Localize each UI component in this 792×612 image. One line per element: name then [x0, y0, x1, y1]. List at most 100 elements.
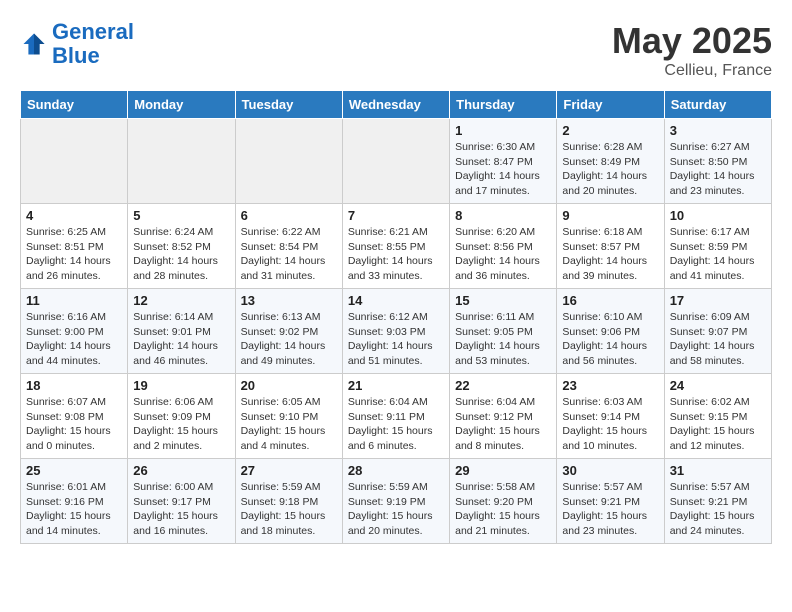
day-number: 8: [455, 208, 551, 223]
calendar-cell: 18 Sunrise: 6:07 AM Sunset: 9:08 PM Dayli…: [21, 374, 128, 459]
calendar-cell: 9Sunrise: 6:18 AM Sunset: 8:57 PM Daylig…: [557, 204, 664, 289]
day-number: 4: [26, 208, 122, 223]
calendar-cell: 1Sunrise: 6:30 AM Sunset: 8:47 PM Daylig…: [450, 119, 557, 204]
calendar-cell: 26Sunrise: 6:00 AM Sunset: 9:17 PM Dayli…: [128, 459, 235, 544]
day-number: 31: [670, 463, 766, 478]
day-content: Sunrise: 6:16 AM Sunset: 9:00 PM Dayligh…: [26, 310, 122, 369]
logo-icon: [20, 30, 48, 58]
day-number: 12: [133, 293, 229, 308]
calendar-cell: 23Sunrise: 6:03 AM Sunset: 9:14 PM Dayli…: [557, 374, 664, 459]
calendar-cell: 29Sunrise: 5:58 AM Sunset: 9:20 PM Dayli…: [450, 459, 557, 544]
calendar-cell: [235, 119, 342, 204]
weekday-header-sunday: Sunday: [21, 91, 128, 119]
day-content: Sunrise: 6:06 AM Sunset: 9:09 PM Dayligh…: [133, 395, 229, 454]
day-number: 2: [562, 123, 658, 138]
calendar-week-4: 18 Sunrise: 6:07 AM Sunset: 9:08 PM Dayli…: [21, 374, 772, 459]
calendar-week-3: 11 Sunrise: 6:16 AM Sunset: 9:00 PM Dayli…: [21, 289, 772, 374]
day-number: 23: [562, 378, 658, 393]
day-number: 24: [670, 378, 766, 393]
page-header: General Blue May 2025 Cellieu, France: [20, 20, 772, 80]
location: Cellieu, France: [612, 62, 772, 80]
day-content: Sunrise: 6:25 AM Sunset: 8:51 PM Dayligh…: [26, 225, 122, 284]
day-content: Sunrise: 6:02 AM Sunset: 9:15 PM Dayligh…: [670, 395, 766, 454]
day-number: 28: [348, 463, 444, 478]
calendar-cell: 17 Sunrise: 6:09 AM Sunset: 9:07 PM Dayli…: [664, 289, 771, 374]
day-content: Sunrise: 6:11 AM Sunset: 9:05 PM Dayligh…: [455, 310, 551, 369]
calendar-cell: [21, 119, 128, 204]
calendar-cell: 24 Sunrise: 6:02 AM Sunset: 9:15 PM Dayli…: [664, 374, 771, 459]
day-number: 21: [348, 378, 444, 393]
calendar-cell: 22 Sunrise: 6:04 AM Sunset: 9:12 PM Dayli…: [450, 374, 557, 459]
calendar-table: SundayMondayTuesdayWednesdayThursdayFrid…: [20, 90, 772, 544]
title-block: May 2025 Cellieu, France: [612, 20, 772, 80]
calendar-cell: 20Sunrise: 6:05 AM Sunset: 9:10 PM Dayli…: [235, 374, 342, 459]
month-year: May 2025: [612, 20, 772, 62]
day-content: Sunrise: 6:04 AM Sunset: 9:12 PM Dayligh…: [455, 395, 551, 454]
logo-line2: Blue: [52, 43, 100, 68]
calendar-cell: 15 Sunrise: 6:11 AM Sunset: 9:05 PM Dayli…: [450, 289, 557, 374]
day-content: Sunrise: 6:20 AM Sunset: 8:56 PM Dayligh…: [455, 225, 551, 284]
day-content: Sunrise: 6:24 AM Sunset: 8:52 PM Dayligh…: [133, 225, 229, 284]
weekday-header-saturday: Saturday: [664, 91, 771, 119]
logo: General Blue: [20, 20, 134, 68]
day-number: 22: [455, 378, 551, 393]
day-content: Sunrise: 5:57 AM Sunset: 9:21 PM Dayligh…: [562, 480, 658, 539]
day-content: Sunrise: 5:59 AM Sunset: 9:18 PM Dayligh…: [241, 480, 337, 539]
calendar-cell: 25 Sunrise: 6:01 AM Sunset: 9:16 PM Dayli…: [21, 459, 128, 544]
calendar-cell: 7 Sunrise: 6:21 AM Sunset: 8:55 PM Daylig…: [342, 204, 449, 289]
day-number: 7: [348, 208, 444, 223]
calendar-week-5: 25 Sunrise: 6:01 AM Sunset: 9:16 PM Dayli…: [21, 459, 772, 544]
calendar-cell: 16 Sunrise: 6:10 AM Sunset: 9:06 PM Dayli…: [557, 289, 664, 374]
day-content: Sunrise: 6:22 AM Sunset: 8:54 PM Dayligh…: [241, 225, 337, 284]
calendar-cell: 13 Sunrise: 6:13 AM Sunset: 9:02 PM Dayli…: [235, 289, 342, 374]
day-content: Sunrise: 6:07 AM Sunset: 9:08 PM Dayligh…: [26, 395, 122, 454]
day-number: 11: [26, 293, 122, 308]
day-number: 9: [562, 208, 658, 223]
calendar-cell: 27Sunrise: 5:59 AM Sunset: 9:18 PM Dayli…: [235, 459, 342, 544]
weekday-header-tuesday: Tuesday: [235, 91, 342, 119]
weekday-header-row: SundayMondayTuesdayWednesdayThursdayFrid…: [21, 91, 772, 119]
day-number: 6: [241, 208, 337, 223]
day-content: Sunrise: 6:21 AM Sunset: 8:55 PM Dayligh…: [348, 225, 444, 284]
day-content: Sunrise: 5:57 AM Sunset: 9:21 PM Dayligh…: [670, 480, 766, 539]
day-number: 25: [26, 463, 122, 478]
day-number: 20: [241, 378, 337, 393]
calendar-week-1: 1Sunrise: 6:30 AM Sunset: 8:47 PM Daylig…: [21, 119, 772, 204]
calendar-cell: 21 Sunrise: 6:04 AM Sunset: 9:11 PM Dayli…: [342, 374, 449, 459]
day-content: Sunrise: 6:01 AM Sunset: 9:16 PM Dayligh…: [26, 480, 122, 539]
weekday-header-monday: Monday: [128, 91, 235, 119]
weekday-header-thursday: Thursday: [450, 91, 557, 119]
day-content: Sunrise: 6:27 AM Sunset: 8:50 PM Dayligh…: [670, 140, 766, 199]
calendar-cell: 3Sunrise: 6:27 AM Sunset: 8:50 PM Daylig…: [664, 119, 771, 204]
day-content: Sunrise: 5:59 AM Sunset: 9:19 PM Dayligh…: [348, 480, 444, 539]
day-content: Sunrise: 6:28 AM Sunset: 8:49 PM Dayligh…: [562, 140, 658, 199]
day-content: Sunrise: 6:00 AM Sunset: 9:17 PM Dayligh…: [133, 480, 229, 539]
day-content: Sunrise: 6:30 AM Sunset: 8:47 PM Dayligh…: [455, 140, 551, 199]
day-number: 13: [241, 293, 337, 308]
day-number: 10: [670, 208, 766, 223]
calendar-cell: 12 Sunrise: 6:14 AM Sunset: 9:01 PM Dayli…: [128, 289, 235, 374]
day-content: Sunrise: 6:13 AM Sunset: 9:02 PM Dayligh…: [241, 310, 337, 369]
day-number: 16: [562, 293, 658, 308]
weekday-header-friday: Friday: [557, 91, 664, 119]
calendar-cell: 10 Sunrise: 6:17 AM Sunset: 8:59 PM Dayli…: [664, 204, 771, 289]
day-content: Sunrise: 6:09 AM Sunset: 9:07 PM Dayligh…: [670, 310, 766, 369]
day-number: 17: [670, 293, 766, 308]
day-number: 19: [133, 378, 229, 393]
weekday-header-wednesday: Wednesday: [342, 91, 449, 119]
calendar-cell: 11 Sunrise: 6:16 AM Sunset: 9:00 PM Dayli…: [21, 289, 128, 374]
calendar-cell: 28 Sunrise: 5:59 AM Sunset: 9:19 PM Dayli…: [342, 459, 449, 544]
day-content: Sunrise: 6:10 AM Sunset: 9:06 PM Dayligh…: [562, 310, 658, 369]
day-content: Sunrise: 6:14 AM Sunset: 9:01 PM Dayligh…: [133, 310, 229, 369]
calendar-cell: 5Sunrise: 6:24 AM Sunset: 8:52 PM Daylig…: [128, 204, 235, 289]
day-number: 14: [348, 293, 444, 308]
day-content: Sunrise: 6:17 AM Sunset: 8:59 PM Dayligh…: [670, 225, 766, 284]
day-content: Sunrise: 6:04 AM Sunset: 9:11 PM Dayligh…: [348, 395, 444, 454]
calendar-cell: 6 Sunrise: 6:22 AM Sunset: 8:54 PM Daylig…: [235, 204, 342, 289]
day-number: 18: [26, 378, 122, 393]
calendar-cell: 2 Sunrise: 6:28 AM Sunset: 8:49 PM Daylig…: [557, 119, 664, 204]
logo-line1: General: [52, 19, 134, 44]
calendar-cell: [128, 119, 235, 204]
day-content: Sunrise: 6:12 AM Sunset: 9:03 PM Dayligh…: [348, 310, 444, 369]
day-number: 15: [455, 293, 551, 308]
